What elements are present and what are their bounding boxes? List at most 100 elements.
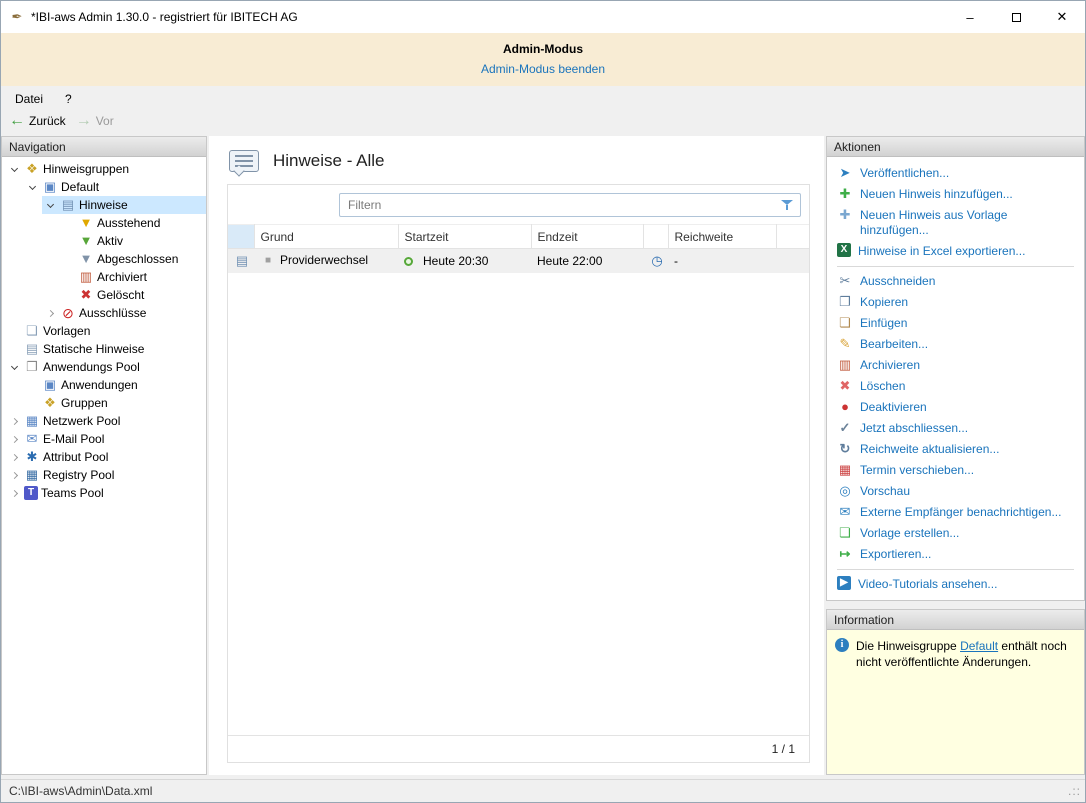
column-reach-icon[interactable]: [643, 225, 668, 249]
action-vorschau[interactable]: ◎Vorschau: [827, 481, 1084, 502]
hints-title-icon: [229, 150, 259, 172]
navigation-header: Navigation: [2, 137, 206, 157]
column-grund[interactable]: Grund: [254, 225, 398, 249]
expander-open-icon[interactable]: [43, 204, 57, 207]
tree-item-anwendungs-pool[interactable]: ❐Anwendungs Pool: [2, 358, 206, 376]
action-veroeffentlichen[interactable]: ➤Veröffentlichen...: [827, 163, 1084, 184]
action-archivieren[interactable]: ▥Archivieren: [827, 355, 1084, 376]
reach-icon: ◷: [649, 253, 665, 269]
column-startzeit[interactable]: Startzeit: [398, 225, 531, 249]
action-jetzt-abschliessen[interactable]: ✓Jetzt abschliessen...: [827, 418, 1084, 439]
groups-icon: ❖: [42, 395, 58, 411]
action-neuen-hinweis-aus-vorlage-hinzufuegen[interactable]: ✚Neuen Hinweis aus Vorlage hinzufügen...: [827, 205, 1084, 241]
action-neuen-hinweis-hinzufuegen[interactable]: ✚Neuen Hinweis hinzufügen...: [827, 184, 1084, 205]
expander-open-icon[interactable]: [25, 186, 39, 189]
window-controls: – ✕: [947, 1, 1085, 33]
tree-item-vorlagen[interactable]: ❏Vorlagen: [2, 322, 206, 340]
tree-item-abgeschlossen[interactable]: ▼Abgeschlossen: [2, 250, 206, 268]
expander-closed-icon[interactable]: [7, 491, 21, 496]
forward-button[interactable]: → Vor: [76, 113, 114, 129]
teams-pool-icon: T: [24, 486, 38, 500]
expander-closed-icon[interactable]: [7, 437, 21, 442]
tree-item-label: Hinweisgruppen: [43, 162, 129, 176]
action-video-tutorials-ansehen[interactable]: ▶Video-Tutorials ansehen...: [827, 574, 1084, 595]
menubar: Datei ?: [1, 86, 1085, 110]
tree-item-content: ❐Anwendungs Pool: [6, 358, 206, 376]
expander-closed-icon[interactable]: [7, 455, 21, 460]
action-ausschneiden[interactable]: ✂Ausschneiden: [827, 271, 1084, 292]
column-reichweite[interactable]: Reichweite: [668, 225, 776, 249]
tree-item-aktiv[interactable]: ▼Aktiv: [2, 232, 206, 250]
action-label: Termin verschieben...: [860, 463, 974, 478]
column-filler: [776, 225, 809, 249]
right-panel: Aktionen ➤Veröffentlichen...✚Neuen Hinwe…: [826, 136, 1085, 775]
resize-grip-icon[interactable]: .::: [1068, 784, 1081, 798]
action-label: Exportieren...: [860, 547, 931, 562]
minimize-button[interactable]: –: [947, 1, 993, 33]
expander-open-icon[interactable]: [7, 168, 21, 171]
tree-item-ausstehend[interactable]: ▼Ausstehend: [2, 214, 206, 232]
tree-item-hinweisgruppen[interactable]: ❖Hinweisgruppen: [2, 160, 206, 178]
action-externe-empfaenger-benachrichtigen[interactable]: ✉Externe Empfänger benachrichtigen...: [827, 502, 1084, 523]
tree-item-content: TTeams Pool: [6, 484, 206, 502]
static-hints-icon: ▤: [24, 341, 40, 357]
action-deaktivieren[interactable]: ●Deaktivieren: [827, 397, 1084, 418]
action-reichweite-aktualisieren[interactable]: ↻Reichweite aktualisieren...: [827, 439, 1084, 460]
tree-item-label: Gelöscht: [97, 288, 144, 302]
tree-item-teams-pool[interactable]: TTeams Pool: [2, 484, 206, 502]
filter-input[interactable]: [339, 193, 801, 217]
tree-item-attribut-pool[interactable]: ✱Attribut Pool: [2, 448, 206, 466]
tree-item-e-mail-pool[interactable]: ✉E-Mail Pool: [2, 430, 206, 448]
menu-item-help[interactable]: ?: [65, 92, 72, 106]
action-exportieren[interactable]: ↦ Exportieren...: [827, 544, 1084, 565]
main-area: Navigation ❖Hinweisgruppen▣Default▤Hinwe…: [1, 136, 1085, 779]
tree-item-archiviert[interactable]: ▥Archiviert: [2, 268, 206, 286]
expander-open-icon[interactable]: [7, 366, 21, 369]
action-einfuegen[interactable]: ❏Einfügen: [827, 313, 1084, 334]
admin-mode-exit-link[interactable]: Admin-Modus beenden: [481, 62, 605, 76]
content-panel: Hinweise - Alle Grund Startzeit: [209, 136, 824, 775]
back-label: Zurück: [29, 114, 66, 128]
expander-closed-icon[interactable]: [7, 473, 21, 478]
expander-closed-icon[interactable]: [43, 311, 57, 316]
tree-item-ausschluesse[interactable]: ⊘Ausschlüsse: [2, 304, 206, 322]
filter-active-icon: ▼: [78, 233, 94, 249]
action-vorlage-erstellen[interactable]: ❏Vorlage erstellen...: [827, 523, 1084, 544]
expander-closed-icon[interactable]: [7, 419, 21, 424]
edit-icon: ✎: [837, 336, 853, 352]
column-icon[interactable]: [228, 225, 254, 249]
tree-item-anwendungen[interactable]: ▣Anwendungen: [2, 376, 206, 394]
action-bearbeiten[interactable]: ✎Bearbeiten...: [827, 334, 1084, 355]
filter-funnel-icon[interactable]: [781, 199, 793, 211]
tree-item-label: Hinweise: [79, 198, 128, 212]
deactivate-icon: ●: [837, 399, 853, 415]
tree-item-hinweise[interactable]: ▤Hinweise: [2, 196, 206, 214]
menu-item-datei[interactable]: Datei: [15, 92, 43, 106]
back-button[interactable]: ← Zurück: [9, 113, 66, 129]
export-icon: ↦: [837, 546, 853, 562]
tree-item-gruppen[interactable]: ❖Gruppen: [2, 394, 206, 412]
maximize-button[interactable]: [993, 1, 1039, 33]
tree-item-registry-pool[interactable]: ▦Registry Pool: [2, 466, 206, 484]
close-button[interactable]: ✕: [1039, 1, 1085, 33]
tree-item-statische-hinweise[interactable]: ▤Statische Hinweise: [2, 340, 206, 358]
action-kopieren[interactable]: ❐Kopieren: [827, 292, 1084, 313]
information-default-link[interactable]: Default: [960, 639, 998, 653]
chevron-right-icon: [10, 435, 17, 442]
tree-item-default[interactable]: ▣Default: [2, 178, 206, 196]
tree-item-label: Registry Pool: [43, 468, 114, 482]
templates-icon: ❏: [24, 323, 40, 339]
navigation-panel: Navigation ❖Hinweisgruppen▣Default▤Hinwe…: [1, 136, 207, 775]
tree-item-netzwerk-pool[interactable]: ▦Netzwerk Pool: [2, 412, 206, 430]
deleted-icon: ✖: [78, 287, 94, 303]
action-loeschen[interactable]: ✖Löschen: [827, 376, 1084, 397]
tree-item-geloescht[interactable]: ✖Gelöscht: [2, 286, 206, 304]
hints-card: Grund Startzeit Endzeit Reichweite ▤■Pro…: [227, 184, 810, 763]
content-title-row: Hinweise - Alle: [209, 136, 824, 178]
action-hinweise-in-excel-exportieren[interactable]: XHinweise in Excel exportieren...: [827, 241, 1084, 262]
column-endzeit[interactable]: Endzeit: [531, 225, 643, 249]
action-termin-verschieben[interactable]: ▦Termin verschieben...: [827, 460, 1084, 481]
table-row-providerwechsel[interactable]: ▤■ProviderwechselHeute 20:30Heute 22:00◷…: [228, 249, 809, 273]
action-label: Neuen Hinweis hinzufügen...: [860, 187, 1013, 202]
forward-icon: →: [76, 113, 92, 129]
